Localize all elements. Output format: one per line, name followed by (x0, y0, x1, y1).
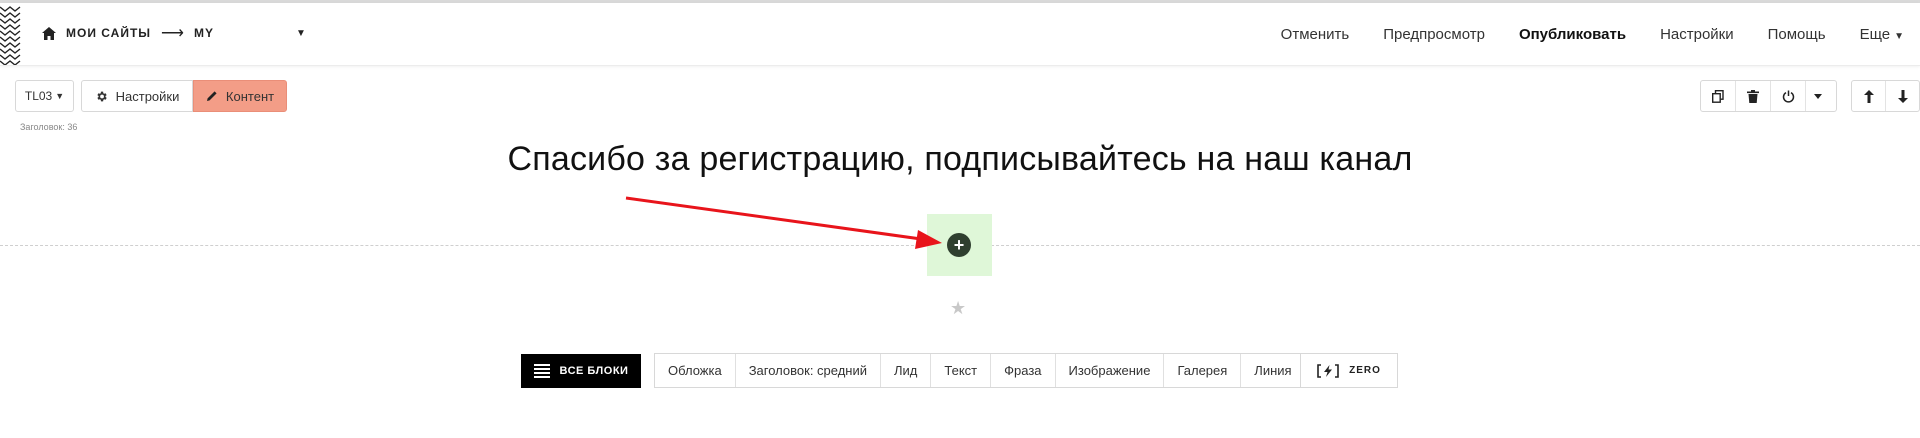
publish-link[interactable]: Опубликовать (1519, 26, 1626, 43)
block-type-line[interactable]: Линия (1240, 354, 1304, 387)
power-icon (1782, 90, 1794, 103)
delete-block-button[interactable] (1735, 81, 1770, 111)
toggle-block-button[interactable] (1770, 81, 1805, 111)
block-code-label: TL03 (24, 89, 53, 103)
menu-lines-icon (533, 364, 550, 378)
top-bar: МОИ САЙТЫ ⟶ MY ▼ Отменить Предпросмотр О… (0, 3, 1920, 66)
block-type-gallery[interactable]: Галерея (1163, 354, 1240, 387)
more-label: Еще (1859, 25, 1891, 43)
block-type-heading-medium[interactable]: Заголовок: средний (734, 354, 880, 387)
preview-link[interactable]: Предпросмотр (1383, 26, 1485, 43)
more-actions-dropdown[interactable] (1805, 81, 1830, 111)
block-type-bar: Обложка Заголовок: средний Лид Текст Фра… (654, 353, 1306, 388)
more-menu[interactable]: Еще ▼ (1860, 26, 1904, 43)
annotation-arrow-line (625, 196, 922, 241)
more-caret-icon: ▼ (1894, 30, 1904, 42)
site-name: MY (193, 26, 214, 40)
block-type-lead[interactable]: Лид (880, 354, 930, 387)
move-down-button[interactable] (1885, 81, 1919, 111)
gear-icon (97, 91, 107, 101)
top-navigation: Отменить Предпросмотр Опубликовать Настр… (1281, 3, 1920, 65)
duplicate-icon (1712, 89, 1724, 103)
caret-down-icon (1814, 93, 1822, 99)
duplicate-block-button[interactable] (1701, 81, 1735, 111)
block-settings-label: Настройки (115, 88, 180, 104)
home-icon (42, 26, 56, 40)
block-content-button[interactable]: Контент (193, 80, 287, 112)
trash-icon (1747, 89, 1759, 103)
pencil-icon (206, 91, 217, 101)
block-settings-button[interactable]: Настройки (81, 80, 193, 112)
cancel-link[interactable]: Отменить (1281, 26, 1350, 43)
block-code-caret-icon: ▼ (55, 91, 65, 101)
zero-block-button[interactable]: ZERO (1300, 353, 1398, 388)
block-type-cover[interactable]: Обложка (655, 354, 735, 387)
star-icon: ★ (950, 298, 967, 318)
move-up-button[interactable] (1852, 81, 1885, 111)
all-blocks-label: ВСЕ БЛОКИ (559, 365, 629, 377)
breadcrumb-arrow-icon: ⟶ (161, 25, 184, 42)
all-blocks-button[interactable]: ВСЕ БЛОКИ (521, 354, 641, 388)
my-sites-breadcrumb[interactable]: МОИ САЙТЫ ⟶ MY ▼ (42, 23, 306, 43)
block-type-phrase[interactable]: Фраза (990, 354, 1054, 387)
arrow-down-icon (1897, 89, 1908, 103)
settings-link[interactable]: Настройки (1660, 26, 1734, 43)
page-headline[interactable]: Спасибо за регистрацию, подписывайтесь н… (0, 140, 1920, 179)
add-block-button[interactable]: + (947, 233, 971, 257)
block-code-dropdown[interactable]: TL03 ▼ (15, 80, 74, 112)
block-content-label: Контент (225, 88, 275, 104)
my-sites-label: МОИ САЙТЫ (66, 26, 152, 40)
zigzag-pattern-icon (0, 6, 21, 65)
block-type-label: Заголовок: 36 (20, 122, 78, 132)
site-dropdown-caret-icon[interactable]: ▼ (296, 28, 306, 39)
block-type-text[interactable]: Текст (930, 354, 990, 387)
block-move-group (1851, 80, 1920, 112)
zero-lightning-icon (1317, 363, 1339, 378)
block-actions-group (1700, 80, 1837, 112)
arrow-up-icon (1863, 89, 1874, 103)
block-type-image[interactable]: Изображение (1054, 354, 1164, 387)
zero-label: ZERO (1349, 365, 1381, 376)
help-link[interactable]: Помощь (1768, 26, 1826, 43)
